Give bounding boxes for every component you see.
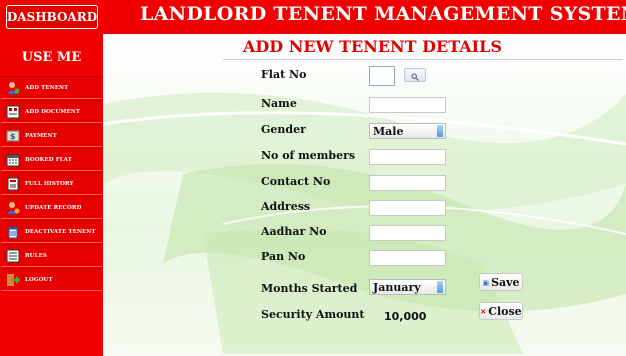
- document-icon: [5, 104, 21, 120]
- sidebar-item-label: LOGOUT: [25, 276, 53, 283]
- sidebar-item-rules[interactable]: RULES: [1, 244, 102, 267]
- members-label: No of members: [261, 149, 356, 162]
- sidebar-item-booked-flat[interactable]: BOOKED FLAT: [1, 148, 102, 171]
- flat-no-label: Flat No: [261, 68, 307, 81]
- sidebar-item-label: ADD TENENT: [25, 84, 69, 91]
- sidebar-item-label: RULES: [25, 252, 47, 259]
- search-button[interactable]: [404, 68, 426, 82]
- sidebar-item-logout[interactable]: LOGOUT: [1, 268, 102, 291]
- search-icon: [411, 66, 419, 85]
- flat-no-input[interactable]: [369, 66, 395, 86]
- security-amount-label: Security Amount: [261, 308, 365, 321]
- close-icon: ✕: [480, 306, 487, 316]
- sidebar-heading: USE ME: [21, 50, 82, 65]
- sidebar-item-update-record[interactable]: UPDATE RECORD: [1, 196, 102, 219]
- save-icon: ▣: [482, 277, 490, 287]
- security-amount-value: 10,000: [384, 310, 427, 323]
- save-label: Save: [491, 275, 520, 289]
- save-button[interactable]: ▣ Save: [479, 273, 523, 291]
- sidebar-item-add-tenent[interactable]: ADD TENENT: [1, 76, 102, 99]
- sidebar-item-label: BOOKED FLAT: [25, 156, 72, 163]
- pan-label: Pan No: [261, 250, 306, 263]
- months-started-label: Months Started: [261, 282, 358, 295]
- logout-icon: [5, 272, 21, 288]
- dropdown-arrow-icon: [437, 125, 443, 137]
- members-input[interactable]: [369, 149, 446, 165]
- pan-input[interactable]: [369, 250, 446, 266]
- sidebar-item-label: FULL HISTORY: [25, 180, 74, 187]
- sidebar-item-payment[interactable]: $ PAYMENT: [1, 124, 102, 147]
- person-add-icon: [5, 80, 21, 96]
- months-started-select[interactable]: January: [369, 279, 446, 295]
- address-label: Address: [261, 200, 311, 213]
- dashboard-button[interactable]: DASHBOARD: [6, 5, 98, 29]
- sidebar-item-add-document[interactable]: ADD DOCUMENT: [1, 100, 102, 123]
- form-title: ADD NEW TENENT DETAILS: [243, 37, 502, 56]
- contact-input[interactable]: [369, 175, 446, 191]
- name-label: Name: [261, 97, 297, 110]
- aadhar-input[interactable]: [369, 225, 446, 241]
- sidebar-item-full-history[interactable]: FULL HISTORY: [1, 172, 102, 195]
- trash-icon: [5, 224, 21, 240]
- calendar-icon: [5, 152, 21, 168]
- name-input[interactable]: [369, 97, 446, 113]
- sidebar-item-label: UPDATE RECORD: [25, 204, 82, 211]
- main-content: ADD NEW TENENT DETAILS Flat No Name Gend…: [103, 34, 626, 356]
- title-divider: [223, 59, 623, 60]
- svg-text:$: $: [10, 132, 16, 141]
- app-title: LANDLORD TENENT MANAGEMENT SYSTEM: [140, 3, 626, 25]
- aadhar-label: Aadhar No: [261, 225, 327, 238]
- sidebar-item-label: ADD DOCUMENT: [25, 108, 81, 115]
- sidebar: USE ME ADD TENENT ADD DOCUMENT $ PAYMENT…: [0, 34, 103, 356]
- close-button[interactable]: ✕ Close: [479, 302, 523, 320]
- sidebar-item-label: DEACTIVATE TENENT: [25, 228, 96, 235]
- address-input[interactable]: [369, 200, 446, 216]
- close-label: Close: [488, 304, 522, 318]
- sidebar-item-deactivate-tenent[interactable]: DEACTIVATE TENENT: [1, 220, 102, 243]
- gender-select[interactable]: Male: [369, 123, 446, 139]
- header-bar: DASHBOARD LANDLORD TENENT MANAGEMENT SYS…: [0, 0, 626, 34]
- sidebar-item-label: PAYMENT: [25, 132, 57, 139]
- sidebar-menu: ADD TENENT ADD DOCUMENT $ PAYMENT BOOKED…: [1, 76, 102, 292]
- user-update-icon: [5, 200, 21, 216]
- months-started-value: January: [373, 280, 421, 294]
- gender-value: Male: [373, 124, 404, 138]
- gender-label: Gender: [261, 123, 306, 136]
- payment-icon: $: [5, 128, 21, 144]
- contact-label: Contact No: [261, 175, 331, 188]
- rules-icon: [5, 248, 21, 264]
- history-icon: [5, 176, 21, 192]
- dropdown-arrow-icon: [437, 281, 443, 293]
